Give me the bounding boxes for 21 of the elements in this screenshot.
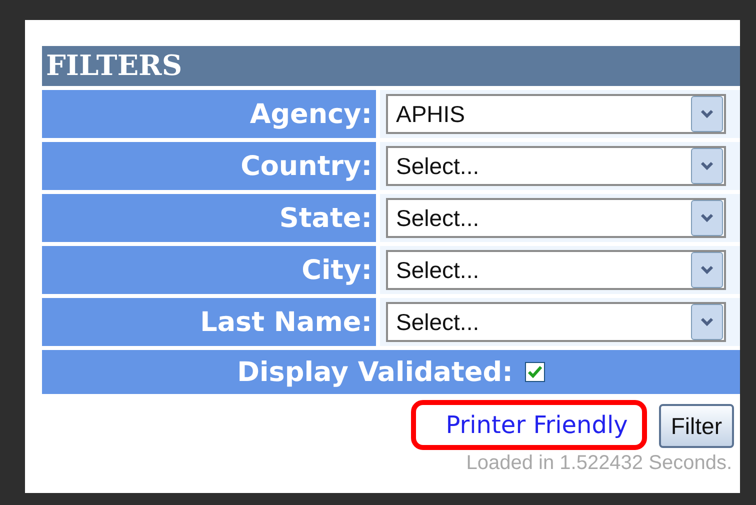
chevron-down-icon[interactable]: [691, 304, 723, 340]
filters-header: FILTERS: [42, 46, 740, 86]
chevron-down-icon[interactable]: [691, 148, 723, 184]
chevron-down-icon[interactable]: [691, 200, 723, 236]
dropdown[interactable]: Select...: [386, 146, 726, 186]
field-label: Agency:: [42, 90, 376, 138]
checkbox[interactable]: [524, 362, 545, 382]
field-label: City:: [42, 246, 376, 294]
dropdown[interactable]: Select...: [386, 198, 726, 238]
dropdown[interactable]: APHIS: [386, 94, 726, 134]
chevron-down-icon[interactable]: [691, 96, 723, 132]
printer-friendly-link[interactable]: Printer Friendly: [410, 400, 647, 450]
filter-button[interactable]: Filter: [658, 404, 734, 448]
chevron-down-icon[interactable]: [691, 252, 723, 288]
checkbox-label: Display Validated:: [237, 356, 513, 388]
field-label: State:: [42, 194, 376, 242]
field-label: Last Name:: [42, 298, 376, 346]
field-label: Country:: [42, 142, 376, 190]
dropdown[interactable]: Select...: [386, 250, 726, 290]
dropdown[interactable]: Select...: [386, 302, 726, 342]
load-time-text: Loaded in 1.522432 Seconds.: [465, 452, 733, 475]
